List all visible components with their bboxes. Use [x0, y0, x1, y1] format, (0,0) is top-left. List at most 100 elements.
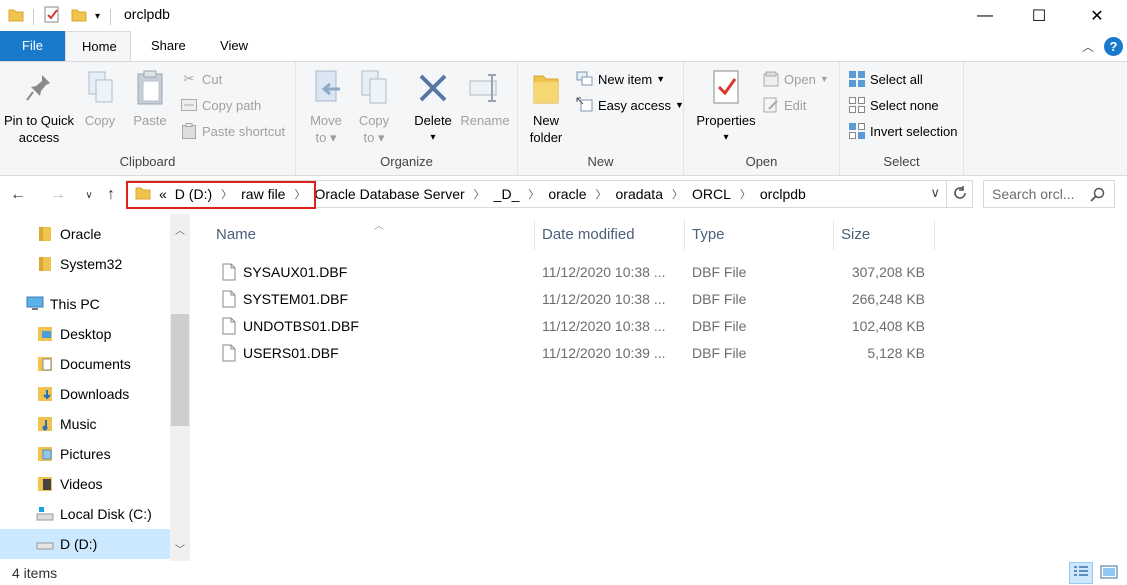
up-arrow-icon[interactable]: ↑	[100, 184, 122, 206]
breadcrumb-orcl[interactable]: ORCL	[688, 186, 735, 202]
invert-selection-button[interactable]: Invert selection	[848, 120, 957, 142]
new-item-button[interactable]: New item ▼	[576, 68, 665, 90]
open-group-label: Open	[745, 154, 778, 169]
breadcrumb-chevron-icon[interactable]: 〉	[523, 186, 544, 202]
tab-home[interactable]: Home	[65, 31, 131, 61]
file-type: DBF File	[692, 345, 747, 361]
search-icon[interactable]	[1090, 187, 1106, 206]
move-to-icon	[309, 68, 343, 108]
tab-view[interactable]: View	[203, 31, 265, 61]
new-item-label: New item	[598, 71, 653, 87]
properties-quick-icon[interactable]	[43, 6, 61, 27]
nav-item-documents[interactable]: Documents	[0, 349, 170, 379]
delete-button[interactable]: Delete ▾	[408, 68, 458, 146]
maximize-button[interactable]: ☐	[1016, 0, 1062, 31]
breadcrumb-oracle[interactable]: oracle	[544, 186, 590, 202]
new-folder-label-line1: New	[532, 113, 559, 128]
recent-locations-chevron-icon[interactable]: ∨	[78, 184, 100, 206]
nav-item-label: D (D:)	[60, 536, 98, 552]
close-button[interactable]: ✕	[1074, 0, 1120, 31]
breadcrumb-chevron-icon[interactable]: 〉	[591, 186, 612, 202]
breadcrumb-chevron-icon[interactable]: 〉	[469, 186, 490, 202]
pin-to-quick-access-button[interactable]: Pin to Quick access	[2, 68, 76, 146]
sort-ascending-icon: ︿	[374, 221, 384, 232]
copy-icon	[83, 68, 117, 108]
new-folder-button[interactable]: New folder	[524, 68, 568, 146]
nav-item-pictures[interactable]: Pictures	[0, 439, 170, 469]
minimize-button[interactable]: —	[962, 0, 1008, 31]
copy-button[interactable]: Copy	[80, 68, 120, 129]
file-row[interactable]: SYSTEM01.DBF 11/12/2020 10:38 ... DBF Fi…	[216, 286, 936, 313]
easy-access-button[interactable]: Easy access ▼	[576, 94, 684, 116]
move-to-button[interactable]: Move to ▾	[306, 68, 346, 146]
select-none-button[interactable]: Select none	[848, 94, 939, 116]
breadcrumb-orclpdb[interactable]: orclpdb	[756, 186, 810, 202]
edit-button[interactable]: Edit	[762, 94, 806, 116]
column-header-size[interactable]: Size	[834, 220, 935, 250]
breadcrumb-oradata[interactable]: oradata	[612, 186, 667, 202]
nav-item-system32[interactable]: System32	[0, 249, 170, 279]
nav-item-desktop[interactable]: Desktop	[0, 319, 170, 349]
paste-button[interactable]: Paste	[128, 68, 172, 129]
details-view-button[interactable]	[1069, 562, 1093, 584]
cut-button[interactable]: ✂ Cut	[180, 68, 223, 90]
nav-pane-scrollbar[interactable]: ︿ ﹀	[170, 214, 190, 561]
file-row[interactable]: USERS01.DBF 11/12/2020 10:39 ... DBF Fil…	[216, 340, 936, 367]
copy-path-button[interactable]: Copy path	[180, 94, 261, 116]
breadcrumb-d[interactable]: _D_	[490, 186, 524, 202]
tab-file[interactable]: File	[0, 31, 65, 61]
file-row[interactable]: UNDOTBS01.DBF 11/12/2020 10:38 ... DBF F…	[216, 313, 936, 340]
open-icon	[762, 70, 780, 88]
windows-drive-icon	[36, 505, 54, 523]
scroll-down-icon[interactable]: ﹀	[170, 538, 190, 558]
file-row[interactable]: SYSAUX01.DBF 11/12/2020 10:38 ... DBF Fi…	[216, 259, 936, 286]
back-arrow-icon[interactable]: ←	[7, 184, 29, 206]
properties-label: Properties	[696, 113, 756, 128]
desktop-folder-icon	[36, 325, 54, 343]
nav-item-music[interactable]: Music	[0, 409, 170, 439]
ribbon-tabs: File Home Share View ︿ ?	[0, 31, 1127, 61]
help-icon[interactable]: ?	[1104, 37, 1123, 56]
select-group-label: Select	[883, 154, 920, 169]
column-header-type[interactable]: Type	[685, 220, 834, 250]
invert-selection-icon	[848, 122, 866, 140]
easy-access-chevron-icon: ▼	[674, 100, 684, 110]
collapse-ribbon-chevron-icon[interactable]: ︿	[1082, 38, 1094, 55]
item-count: 4 items	[12, 565, 58, 581]
nav-item-local-disk-c[interactable]: Local Disk (C:)	[0, 499, 170, 529]
file-icon	[222, 263, 236, 284]
column-header-name[interactable]: Name ︿	[209, 220, 535, 250]
paste-shortcut-button[interactable]: Paste shortcut	[180, 120, 285, 142]
nav-item-downloads[interactable]: Downloads	[0, 379, 170, 409]
properties-chevron-icon: ▾	[723, 132, 729, 143]
large-icons-view-button[interactable]	[1097, 562, 1121, 584]
customize-toolbar-chevron-icon[interactable]: ▾	[95, 11, 100, 22]
file-icon	[222, 317, 236, 338]
properties-button[interactable]: Properties ▾	[692, 68, 760, 146]
open-button[interactable]: Open ▼	[762, 68, 829, 90]
address-history-chevron-icon[interactable]: ∨	[930, 185, 940, 201]
tab-share[interactable]: Share	[135, 31, 201, 61]
nav-item-this-pc[interactable]: This PC	[0, 289, 170, 319]
nav-item-oracle[interactable]: Oracle	[0, 219, 170, 249]
select-all-button[interactable]: Select all	[848, 68, 923, 90]
nav-item-d-drive[interactable]: D (D:)	[0, 529, 170, 559]
copy-to-button[interactable]: Copy to ▾	[354, 68, 394, 146]
rename-button[interactable]: Rename	[458, 68, 512, 129]
new-folder-quick-icon[interactable]	[71, 7, 87, 26]
nav-item-videos[interactable]: Videos	[0, 469, 170, 499]
scroll-up-icon[interactable]: ︿	[170, 219, 190, 239]
breadcrumb-chevron-icon[interactable]: 〉	[667, 186, 688, 202]
select-group: Select all Select none Invert selection …	[840, 62, 964, 175]
refresh-button[interactable]	[947, 180, 973, 208]
column-header-date-modified[interactable]: Date modified	[535, 220, 685, 250]
breadcrumb-chevron-icon[interactable]: 〉	[735, 186, 756, 202]
move-to-label-line2: to ▾	[315, 130, 337, 145]
breadcrumb-oracle-database-server[interactable]: Oracle Database Server	[310, 186, 468, 202]
new-folder-label-line2: folder	[529, 130, 563, 145]
pin-icon	[22, 68, 56, 108]
search-input[interactable]: Search orcl...	[983, 180, 1115, 208]
scrollbar-thumb[interactable]	[171, 314, 189, 426]
file-date: 11/12/2020 10:38 ...	[542, 264, 666, 280]
forward-arrow-icon[interactable]: →	[47, 184, 69, 206]
